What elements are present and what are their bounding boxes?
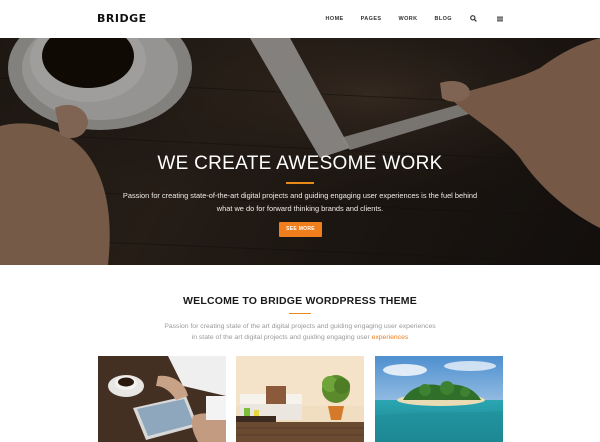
hero-text-line-1: Passion for creating state-of-the-art di…: [122, 191, 478, 200]
see-more-button[interactable]: SEE MORE: [279, 222, 322, 237]
thumbnail-tablet[interactable]: [98, 356, 226, 442]
hero-text-line-2: what we do for forward thinking brands a…: [216, 204, 384, 213]
nav-item-pages[interactable]: PAGES: [361, 16, 382, 22]
hero-banner: WE CREATE AWESOME WORK Passion for creat…: [0, 38, 600, 265]
thumbnail-living-room[interactable]: [236, 356, 364, 442]
hero-divider: [286, 182, 314, 184]
welcome-text-line-2-start: in state of the art digital projects and…: [191, 334, 372, 341]
search-icon[interactable]: [469, 14, 478, 23]
nav-item-home[interactable]: HOME: [326, 16, 344, 22]
welcome-divider: [289, 313, 311, 315]
hero-title: WE CREATE AWESOME WORK: [157, 153, 443, 174]
main-nav: HOME PAGES WORK BLOG: [309, 14, 504, 23]
site-header: BRIDGE HOME PAGES WORK BLOG: [0, 0, 600, 38]
experiences-link[interactable]: experiences: [372, 334, 409, 341]
welcome-text-line-2: in state of the art digital projects and…: [150, 332, 450, 343]
nav-item-blog[interactable]: BLOG: [435, 16, 453, 22]
thumbnail-island[interactable]: [375, 356, 503, 442]
nav-item-work[interactable]: WORK: [398, 16, 417, 22]
site-logo[interactable]: BRIDGE: [97, 12, 147, 25]
welcome-title: WELCOME TO BRIDGE WORDPRESS THEME: [183, 295, 417, 307]
welcome-description: Passion for creating state of the art di…: [150, 321, 450, 343]
menu-icon[interactable]: [495, 14, 504, 23]
hero-description: Passion for creating state-of-the-art di…: [120, 189, 480, 215]
welcome-text-line-1: Passion for creating state of the art di…: [164, 323, 436, 330]
